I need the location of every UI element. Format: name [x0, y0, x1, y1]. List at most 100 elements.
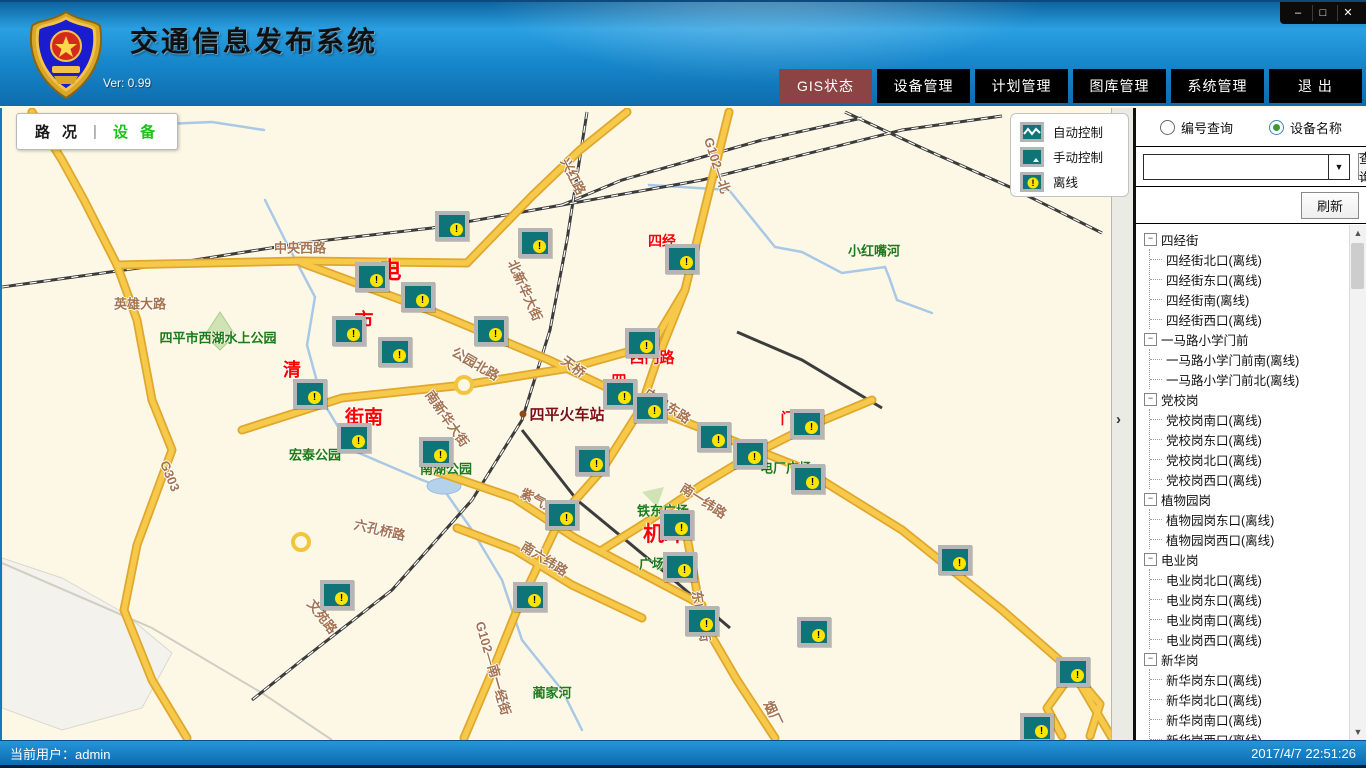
- main-navbar: GIS状态设备管理计划管理图库管理系统管理退 出: [779, 69, 1362, 103]
- device-marker-22[interactable]: !: [513, 582, 547, 612]
- combo-dropdown-button[interactable]: ▼: [1328, 155, 1349, 179]
- device-marker-23[interactable]: !: [685, 606, 719, 636]
- device-marker-17[interactable]: !: [790, 409, 824, 439]
- tree-device-item[interactable]: 新华岗南口(离线): [1150, 709, 1350, 729]
- device-marker-0[interactable]: !: [435, 211, 469, 241]
- collapse-box-icon[interactable]: −: [1144, 233, 1157, 246]
- status-datetime: 2017/4/7 22:51:26: [1251, 746, 1356, 761]
- tree-device-item[interactable]: 一马路小学门前南(离线): [1150, 349, 1350, 369]
- collapse-box-icon[interactable]: −: [1144, 553, 1157, 566]
- tree-group-3[interactable]: −植物园岗: [1144, 489, 1350, 509]
- tree-scrollbar[interactable]: ▲ ▼: [1349, 225, 1366, 740]
- device-marker-21[interactable]: !: [663, 552, 697, 582]
- device-marker-16[interactable]: !: [733, 439, 767, 469]
- device-marker-1[interactable]: !: [518, 228, 552, 258]
- app-header: 交通信息发布系统 Ver: 0.99 – □ ✕ GIS状态设备管理计划管理图库…: [0, 0, 1366, 106]
- device-marker-15[interactable]: !: [697, 422, 731, 452]
- legend-label: 离线: [1053, 172, 1078, 191]
- tree-device-item[interactable]: 新华岗东口(离线): [1150, 669, 1350, 689]
- tree-connector: [1150, 579, 1162, 580]
- scroll-up-arrow[interactable]: ▲: [1350, 225, 1366, 241]
- tree-device-item[interactable]: 新华岗西口(离线): [1150, 729, 1350, 740]
- nav-button-5[interactable]: 退 出: [1269, 69, 1362, 103]
- tree-group-4[interactable]: −电业岗: [1144, 549, 1350, 569]
- device-marker-5[interactable]: !: [332, 316, 366, 346]
- device-marker-26[interactable]: !: [938, 545, 972, 575]
- gis-map[interactable]: 中央西路英雄大路兴红路G102—北北新华大街公园北路天桥南新华大街中央东路南一纬…: [0, 108, 1133, 740]
- query-button[interactable]: 查询: [1358, 153, 1366, 180]
- tree-device-item[interactable]: 新华岗北口(离线): [1150, 689, 1350, 709]
- sidebar-collapse-strip[interactable]: ›: [1111, 108, 1133, 740]
- road-condition-toggle[interactable]: 路 况: [35, 121, 81, 142]
- tree-device-item[interactable]: 一马路小学门前北(离线): [1150, 369, 1350, 389]
- scroll-thumb[interactable]: [1351, 243, 1364, 289]
- tree-group-1[interactable]: −一马路小学门前: [1144, 329, 1350, 349]
- chevron-right-icon[interactable]: ›: [1116, 411, 1121, 428]
- refresh-button[interactable]: 刷新: [1301, 192, 1359, 219]
- device-marker-4[interactable]: !: [401, 282, 435, 312]
- tree-device-item[interactable]: 党校岗北口(离线): [1150, 449, 1350, 469]
- device-marker-7[interactable]: !: [378, 337, 412, 367]
- tree-connector: [1150, 279, 1162, 280]
- tree-connector: [1150, 259, 1162, 260]
- tree-device-label: 党校岗东口(离线): [1166, 430, 1262, 449]
- device-marker-8[interactable]: !: [293, 379, 327, 409]
- device-marker-10[interactable]: !: [419, 437, 453, 467]
- tree-device-item[interactable]: 四经街东口(离线): [1150, 269, 1350, 289]
- tree-group-5[interactable]: −新华岗: [1144, 649, 1350, 669]
- tree-device-item[interactable]: 四经街南(离线): [1150, 289, 1350, 309]
- tree-device-item[interactable]: 电业岗西口(离线): [1150, 629, 1350, 649]
- radio-search-by-name[interactable]: 设备名称: [1269, 118, 1342, 137]
- device-marker-14[interactable]: !: [625, 328, 659, 358]
- device-marker-19[interactable]: !: [545, 500, 579, 530]
- tree-device-item[interactable]: 电业岗北口(离线): [1150, 569, 1350, 589]
- collapse-box-icon[interactable]: −: [1144, 333, 1157, 346]
- tree-device-item[interactable]: 植物园岗东口(离线): [1150, 509, 1350, 529]
- device-marker-2[interactable]: !: [665, 244, 699, 274]
- collapse-box-icon[interactable]: −: [1144, 653, 1157, 666]
- tree-device-item[interactable]: 党校岗西口(离线): [1150, 469, 1350, 489]
- device-marker-9[interactable]: !: [337, 423, 371, 453]
- radio-search-by-number[interactable]: 编号查询: [1160, 118, 1233, 137]
- minimize-button[interactable]: –: [1288, 5, 1308, 21]
- device-combo-input[interactable]: [1144, 155, 1328, 179]
- offline-badge-icon: !: [533, 240, 546, 253]
- nav-button-1[interactable]: 设备管理: [877, 69, 970, 103]
- nav-button-2[interactable]: 计划管理: [975, 69, 1068, 103]
- device-marker-3[interactable]: !: [355, 262, 389, 292]
- collapse-box-icon[interactable]: −: [1144, 393, 1157, 406]
- nav-button-4[interactable]: 系统管理: [1171, 69, 1264, 103]
- offline-badge-icon: !: [560, 512, 573, 525]
- tree-device-item[interactable]: 四经街北口(离线): [1150, 249, 1350, 269]
- device-marker-20[interactable]: !: [660, 510, 694, 540]
- device-marker-25[interactable]: !: [320, 580, 354, 610]
- device-marker-12[interactable]: !: [603, 379, 637, 409]
- device-marker-18[interactable]: !: [791, 464, 825, 494]
- tree-group-0[interactable]: −四经街: [1144, 229, 1350, 249]
- radio-number-icon[interactable]: [1160, 120, 1175, 135]
- tree-device-item[interactable]: 电业岗东口(离线): [1150, 589, 1350, 609]
- tree-group-label: 四经街: [1161, 230, 1199, 249]
- nav-button-3[interactable]: 图库管理: [1073, 69, 1166, 103]
- tree-device-label: 植物园岗西口(离线): [1166, 530, 1274, 549]
- maximize-button[interactable]: □: [1312, 5, 1333, 21]
- collapse-box-icon[interactable]: −: [1144, 493, 1157, 506]
- device-toggle[interactable]: 设 备: [113, 121, 159, 142]
- tree-device-item[interactable]: 电业岗南口(离线): [1150, 609, 1350, 629]
- device-marker-6[interactable]: !: [474, 316, 508, 346]
- device-combobox[interactable]: ▼: [1143, 154, 1350, 180]
- device-marker-11[interactable]: !: [575, 446, 609, 476]
- tree-group-2[interactable]: −党校岗: [1144, 389, 1350, 409]
- device-marker-27[interactable]: !: [1056, 657, 1090, 687]
- device-marker-28[interactable]: !: [1020, 713, 1054, 740]
- radio-name-icon[interactable]: [1269, 120, 1284, 135]
- device-marker-13[interactable]: !: [633, 393, 667, 423]
- tree-device-item[interactable]: 植物园岗西口(离线): [1150, 529, 1350, 549]
- tree-device-item[interactable]: 党校岗南口(离线): [1150, 409, 1350, 429]
- close-button[interactable]: ✕: [1337, 5, 1358, 21]
- tree-device-item[interactable]: 四经街西口(离线): [1150, 309, 1350, 329]
- tree-device-item[interactable]: 党校岗东口(离线): [1150, 429, 1350, 449]
- device-marker-24[interactable]: !: [797, 617, 831, 647]
- scroll-down-arrow[interactable]: ▼: [1350, 724, 1366, 740]
- nav-button-0[interactable]: GIS状态: [779, 69, 872, 103]
